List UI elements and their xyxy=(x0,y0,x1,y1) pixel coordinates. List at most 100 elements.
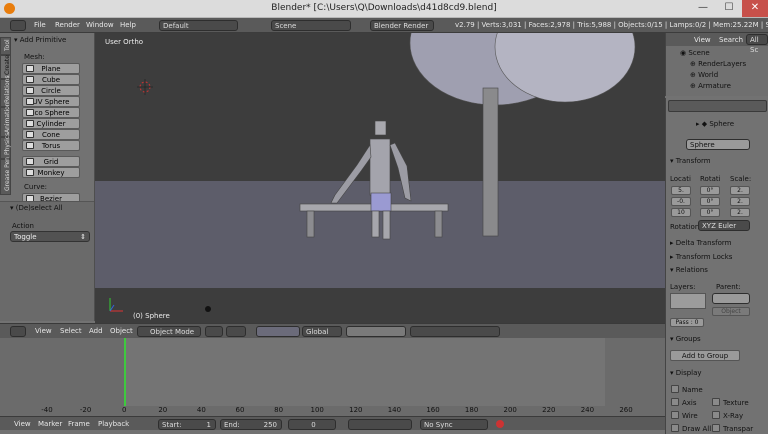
grid-button[interactable]: Grid xyxy=(22,156,80,167)
pass-index-field[interactable]: Pass : 0 xyxy=(670,318,704,327)
rotation-mode-label: Rotation xyxy=(670,223,700,231)
xray-checkbox[interactable] xyxy=(712,411,720,419)
frame-tick-label: -40 xyxy=(41,406,53,414)
location-y-field[interactable]: -0. xyxy=(671,197,691,206)
record-icon[interactable] xyxy=(496,420,504,428)
transform-locks-header[interactable]: ▸ Transform Locks xyxy=(670,253,732,261)
groups-header[interactable]: ▾ Groups xyxy=(670,335,701,343)
outliner-item-scene[interactable]: ◉ Scene xyxy=(680,49,710,57)
circle-button[interactable]: Circle xyxy=(22,85,80,96)
object-name-field[interactable]: Sphere xyxy=(686,139,750,150)
cube-button[interactable]: Cube xyxy=(22,74,80,85)
add-primitive-header[interactable]: ▾ Add Primitive xyxy=(14,36,66,44)
location-z-field[interactable]: 10 xyxy=(671,208,691,217)
frame-tick-label: 240 xyxy=(580,406,595,414)
outliner-item-armature[interactable]: ⊕ Armature xyxy=(690,82,731,90)
screen-layout-select[interactable]: Default xyxy=(159,20,238,31)
delta-transform-header[interactable]: ▸ Delta Transform xyxy=(670,239,731,247)
mode-select[interactable]: Object Mode xyxy=(137,326,201,337)
scale-x-field[interactable]: 2. xyxy=(730,186,750,195)
editor-type-icon[interactable] xyxy=(10,20,26,31)
transform-panel-header[interactable]: ▾ Transform xyxy=(670,157,711,165)
deselect-all-header[interactable]: ▾ (De)select All xyxy=(10,204,63,212)
playback-controls[interactable] xyxy=(348,419,412,430)
manipulator-toggles[interactable] xyxy=(256,326,300,337)
parent-field[interactable] xyxy=(712,293,750,304)
snap-toggles[interactable] xyxy=(410,326,500,337)
layer-grid[interactable] xyxy=(670,293,706,309)
relations-header[interactable]: ▾ Relations xyxy=(670,266,708,274)
menu-select[interactable]: Select xyxy=(60,327,82,335)
tab-physics[interactable]: Physics xyxy=(0,133,11,159)
scale-y-field[interactable]: 2. xyxy=(730,197,750,206)
plane-button[interactable]: Plane xyxy=(22,63,80,74)
display-header[interactable]: ▾ Display xyxy=(670,369,702,377)
display-axis-label: Axis xyxy=(682,399,697,407)
tab-grease-pencil[interactable]: Grease Pen xyxy=(0,157,11,195)
frame-tick-label: 120 xyxy=(349,406,363,414)
close-button[interactable]: ✕ xyxy=(742,0,768,17)
location-x-field[interactable]: 5. xyxy=(671,186,691,195)
info-header: File Render Window Help Default Scene Bl… xyxy=(0,18,768,33)
cone-button[interactable]: Cone xyxy=(22,129,80,140)
add-to-group-button[interactable]: Add to Group xyxy=(670,350,740,361)
current-frame-field[interactable]: 0 xyxy=(288,419,336,430)
scene-render xyxy=(109,33,636,312)
sync-select[interactable]: No Sync xyxy=(420,419,488,430)
uv-sphere-button[interactable]: UV Sphere xyxy=(22,96,80,107)
timeline-menu-marker[interactable]: Marker xyxy=(38,420,62,428)
menu-view[interactable]: View xyxy=(35,327,52,335)
properties-breadcrumb: ▸ ◆ Sphere xyxy=(696,120,735,128)
outliner-filter[interactable]: All Sc xyxy=(746,34,768,54)
rotation-y-field[interactable]: 0° xyxy=(700,197,720,206)
frame-tick-label: 40 xyxy=(196,406,206,414)
properties-tabs[interactable] xyxy=(668,100,767,112)
shading-select[interactable] xyxy=(205,326,223,337)
monkey-button[interactable]: Monkey xyxy=(22,167,80,178)
timeline-menu-view[interactable]: View xyxy=(14,420,31,428)
wire-checkbox[interactable] xyxy=(671,411,679,419)
maximize-button[interactable]: ☐ xyxy=(716,0,742,17)
outliner-menu-view[interactable]: View xyxy=(694,36,711,44)
3d-viewport[interactable]: User Ortho (0) Sphere xyxy=(95,33,665,323)
timeline[interactable]: -40 -20 0 20 40 60 80 100 120 140 160 180 200 220 240 2… xyxy=(0,338,665,416)
pivot-select[interactable] xyxy=(226,326,246,337)
menu-object[interactable]: Object xyxy=(110,327,133,335)
layer-buttons[interactable] xyxy=(346,326,406,337)
scale-z-field[interactable]: 2. xyxy=(730,208,750,217)
timeline-menu-playback[interactable]: Playback xyxy=(98,420,129,428)
outliner-menu-search[interactable]: Search xyxy=(719,36,743,44)
menu-window[interactable]: Window xyxy=(86,21,114,29)
display-xray-label: X-Ray xyxy=(723,412,744,420)
draw-all-checkbox[interactable] xyxy=(671,424,679,432)
render-engine-select[interactable]: Blender Render xyxy=(370,20,434,31)
menu-file[interactable]: File xyxy=(34,21,46,29)
rotation-x-field[interactable]: 0° xyxy=(700,186,720,195)
rotation-mode-select[interactable]: XYZ Euler xyxy=(698,220,750,231)
cylinder-button[interactable]: Cylinder xyxy=(22,118,80,129)
menu-render[interactable]: Render xyxy=(55,21,80,29)
outliner-item-renderlayers[interactable]: ⊕ RenderLayers xyxy=(690,60,746,68)
end-frame-field[interactable]: End: 250 xyxy=(220,419,282,430)
rotation-z-field[interactable]: 0° xyxy=(700,208,720,217)
ico-sphere-button[interactable]: Ico Sphere xyxy=(22,107,80,118)
orientation-select[interactable]: Global xyxy=(302,326,342,337)
tab-tool[interactable]: Tool xyxy=(0,37,11,55)
menu-add[interactable]: Add xyxy=(89,327,103,335)
editor-type-icon[interactable] xyxy=(10,326,26,337)
torus-button[interactable]: Torus xyxy=(22,140,80,151)
minimize-button[interactable]: — xyxy=(690,0,716,17)
name-checkbox[interactable] xyxy=(671,385,679,393)
texture-checkbox[interactable] xyxy=(712,398,720,406)
current-frame-line[interactable] xyxy=(124,338,126,406)
axis-checkbox[interactable] xyxy=(671,398,679,406)
menu-help[interactable]: Help xyxy=(120,21,136,29)
action-dropdown[interactable]: Toggle ⇕ xyxy=(10,231,90,242)
parent-type-select[interactable]: Object xyxy=(712,307,750,316)
outliner-item-world[interactable]: ⊕ World xyxy=(690,71,718,79)
scene-select[interactable]: Scene xyxy=(271,20,351,31)
timeline-menu-frame[interactable]: Frame xyxy=(68,420,90,428)
mesh-label: Mesh: xyxy=(24,53,45,61)
start-frame-field[interactable]: Start: 1 xyxy=(158,419,216,430)
transparent-checkbox[interactable] xyxy=(712,424,720,432)
